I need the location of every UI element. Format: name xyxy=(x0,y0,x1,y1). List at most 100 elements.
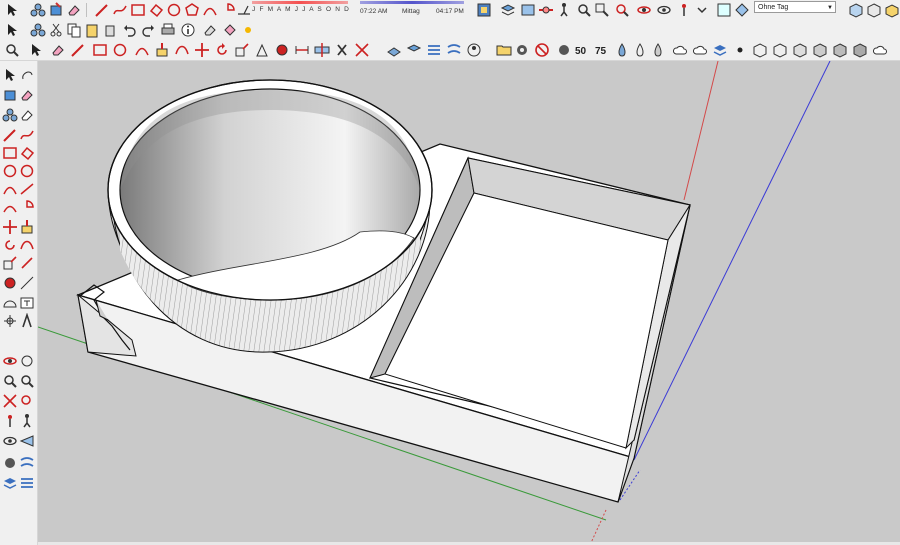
shadow-time-panel[interactable]: J F M A M J J A S O N D 07:22 AM Mittag … xyxy=(252,1,464,19)
previous-view-icon[interactable] xyxy=(19,393,35,409)
rotate-icon[interactable] xyxy=(214,42,230,58)
pie-icon[interactable] xyxy=(19,199,35,215)
lasso-icon[interactable] xyxy=(19,67,35,83)
tape-measure-icon[interactable] xyxy=(2,275,18,291)
follow-me-icon[interactable] xyxy=(19,237,35,253)
look-around-icon[interactable] xyxy=(656,2,672,18)
no-entry-icon[interactable] xyxy=(534,42,550,58)
zoom-icon[interactable] xyxy=(576,2,592,18)
sandbox-icon[interactable] xyxy=(386,42,402,58)
section-plane-icon[interactable] xyxy=(538,2,554,18)
gear-icon[interactable] xyxy=(514,42,530,58)
pie-icon[interactable] xyxy=(220,2,236,18)
monochrome-icon[interactable] xyxy=(650,42,666,58)
line-tool-icon[interactable] xyxy=(70,42,86,58)
scenes-icon[interactable] xyxy=(520,2,536,18)
select-icon[interactable] xyxy=(4,2,20,18)
polygon-icon[interactable] xyxy=(19,163,35,179)
orbit-icon[interactable] xyxy=(636,2,652,18)
paint-icon[interactable] xyxy=(2,87,18,103)
info-icon[interactable] xyxy=(180,22,196,38)
3d-text-icon[interactable] xyxy=(19,313,35,329)
top-view-icon[interactable] xyxy=(772,42,788,58)
shaded-icon[interactable] xyxy=(614,42,630,58)
tag-icon[interactable] xyxy=(734,2,750,18)
smoove-icon[interactable] xyxy=(446,42,462,58)
paste-icon[interactable] xyxy=(84,22,100,38)
pencil-line-icon[interactable] xyxy=(2,127,18,143)
section-plane-icon[interactable] xyxy=(19,433,35,449)
circle-icon[interactable] xyxy=(2,163,18,179)
pan-icon[interactable] xyxy=(19,353,35,369)
zoom-extents-tool-icon[interactable] xyxy=(354,42,370,58)
arc-3pt-icon[interactable] xyxy=(2,199,18,215)
rotated-rect-icon[interactable] xyxy=(148,2,164,18)
scale-icon[interactable] xyxy=(2,255,18,271)
sun-icon[interactable] xyxy=(240,22,256,38)
badge-75-icon[interactable]: 75 xyxy=(594,42,610,58)
dimension-icon[interactable] xyxy=(19,275,35,291)
walk-icon[interactable] xyxy=(556,2,572,18)
select-arrow-icon[interactable] xyxy=(4,22,20,38)
component-icon[interactable] xyxy=(30,2,46,18)
stamp-icon[interactable] xyxy=(406,42,422,58)
circle-icon[interactable] xyxy=(166,2,182,18)
scale-icon[interactable] xyxy=(234,42,250,58)
month-slider[interactable] xyxy=(252,1,348,4)
position-camera-icon[interactable] xyxy=(676,2,692,18)
right-view-icon[interactable] xyxy=(812,42,828,58)
section-plane-tool-icon[interactable] xyxy=(314,42,330,58)
layers-icon[interactable] xyxy=(500,2,516,18)
protractor-icon[interactable] xyxy=(236,2,252,18)
badge-50-icon[interactable]: 50 xyxy=(574,42,590,58)
cube-icon[interactable] xyxy=(848,2,864,18)
arc-icon[interactable] xyxy=(2,181,18,197)
zoom-extents-icon[interactable] xyxy=(2,393,18,409)
dimension-icon[interactable] xyxy=(294,42,310,58)
eraser-icon[interactable] xyxy=(19,107,35,123)
tag-dropdown[interactable]: Ohne Tag ▼ xyxy=(754,1,836,13)
zoom-window-icon[interactable] xyxy=(594,2,610,18)
eraser-tool-icon[interactable] xyxy=(50,42,66,58)
zoom-window-icon[interactable] xyxy=(19,373,35,389)
zoom-icon[interactable] xyxy=(2,373,18,389)
select-icon[interactable] xyxy=(2,67,18,83)
tape-measure-icon[interactable] xyxy=(274,42,290,58)
text-icon[interactable] xyxy=(19,295,35,311)
rotated-rect-icon[interactable] xyxy=(19,145,35,161)
axes-icon[interactable] xyxy=(2,313,18,329)
protractor-icon[interactable] xyxy=(2,295,18,311)
freehand-icon[interactable] xyxy=(112,2,128,18)
model-viewport[interactable] xyxy=(38,61,900,545)
time-slider[interactable] xyxy=(360,1,464,4)
back-view-icon[interactable] xyxy=(832,42,848,58)
look-around-icon[interactable] xyxy=(2,433,18,449)
rectangle-icon[interactable] xyxy=(130,2,146,18)
offset-icon[interactable] xyxy=(19,255,35,271)
color-by-layer-icon[interactable] xyxy=(716,2,732,18)
pan-icon[interactable] xyxy=(334,42,350,58)
copy-icon[interactable] xyxy=(66,22,82,38)
push-pull-icon[interactable] xyxy=(19,219,35,235)
cloud-upload-icon[interactable] xyxy=(672,42,688,58)
follow-me-icon[interactable] xyxy=(174,42,190,58)
box-icon[interactable] xyxy=(866,2,882,18)
paint-bucket-icon[interactable] xyxy=(222,22,238,38)
layer-stack-icon[interactable] xyxy=(712,42,728,58)
model-info-icon[interactable] xyxy=(476,2,492,18)
front-view-icon[interactable] xyxy=(792,42,808,58)
extension-icon[interactable] xyxy=(556,42,572,58)
dropdown-arrow-icon[interactable] xyxy=(694,2,710,18)
polygon-icon[interactable] xyxy=(184,2,200,18)
arc-2pt-icon[interactable] xyxy=(19,181,35,197)
stamp-icon[interactable] xyxy=(19,475,35,491)
erase-icon[interactable] xyxy=(66,2,82,18)
model-canvas[interactable] xyxy=(38,61,900,545)
print-icon[interactable] xyxy=(160,22,176,38)
eraser-icon[interactable] xyxy=(202,22,218,38)
push-pull-icon[interactable] xyxy=(154,42,170,58)
layer-stack-icon[interactable] xyxy=(2,475,18,491)
redo-icon[interactable] xyxy=(140,22,156,38)
point-icon[interactable] xyxy=(732,42,748,58)
arc-icon[interactable] xyxy=(202,2,218,18)
